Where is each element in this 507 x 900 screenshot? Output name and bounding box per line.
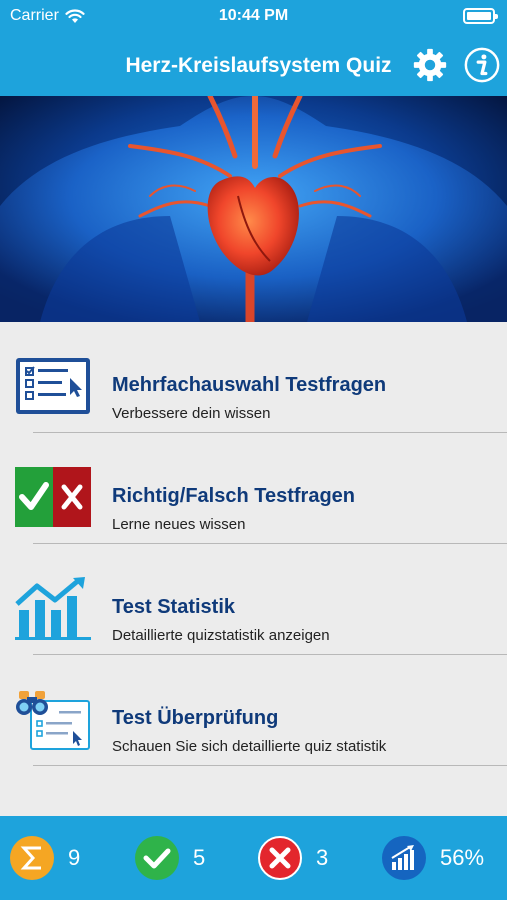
multiple-choice-icon <box>16 358 90 414</box>
divider <box>33 765 507 766</box>
check-icon <box>135 836 179 880</box>
status-time: 10:44 PM <box>218 7 289 24</box>
score-percent: 56% <box>440 845 485 870</box>
correct-stat: 5 <box>135 836 205 880</box>
progress-chart-icon <box>382 836 426 880</box>
menu-item-subtitle: Schauen Sie sich detaillierte quiz stati… <box>112 738 387 755</box>
true-false-icon <box>15 467 91 527</box>
battery-icon <box>463 8 498 24</box>
menu-item-true-false[interactable]: Richtig/Falsch Testfragen Lerne neues wi… <box>0 433 507 544</box>
menu-item-label: Richtig/Falsch Testfragen <box>112 485 356 507</box>
navigation-bar: Herz-Kreislaufsystem Quiz <box>0 34 507 96</box>
menu-item-label: Test Überprüfung <box>112 707 279 729</box>
cross-icon <box>258 836 302 880</box>
gear-icon[interactable] <box>411 46 449 84</box>
menu-item-subtitle: Detaillierte quizstatistik anzeigen <box>112 627 330 644</box>
total-count: 9 <box>68 845 81 870</box>
wrong-count: 3 <box>316 845 329 870</box>
review-binoculars-icon <box>16 691 90 750</box>
stats-footer: 9 5 3 56% <box>0 816 507 900</box>
total-stat: 9 <box>10 836 80 880</box>
correct-count: 5 <box>193 845 206 870</box>
info-icon[interactable] <box>463 46 501 84</box>
menu-list: Mehrfachauswahl Testfragen Verbessere de… <box>0 322 507 816</box>
menu-item-subtitle: Verbessere dein wissen <box>112 405 271 422</box>
status-bar: Carrier 10:44 PM <box>0 0 507 34</box>
menu-item-statistics[interactable]: Test Statistik Detaillierte quizstatisti… <box>0 544 507 655</box>
menu-item-subtitle: Lerne neues wissen <box>112 516 246 533</box>
statistics-chart-icon <box>15 577 91 640</box>
menu-item-multiple-choice[interactable]: Mehrfachauswahl Testfragen Verbessere de… <box>0 322 507 433</box>
menu-item-label: Test Statistik <box>112 596 235 618</box>
sigma-icon <box>10 836 54 880</box>
heart-anatomy-illustration <box>0 96 507 322</box>
hero-heart-image <box>0 96 507 322</box>
wrong-stat: 3 <box>258 836 328 880</box>
percent-stat: 56% <box>382 836 484 880</box>
menu-item-review[interactable]: Test Überprüfung Schauen Sie sich detail… <box>0 655 507 766</box>
menu-item-label: Mehrfachauswahl Testfragen <box>112 374 387 396</box>
